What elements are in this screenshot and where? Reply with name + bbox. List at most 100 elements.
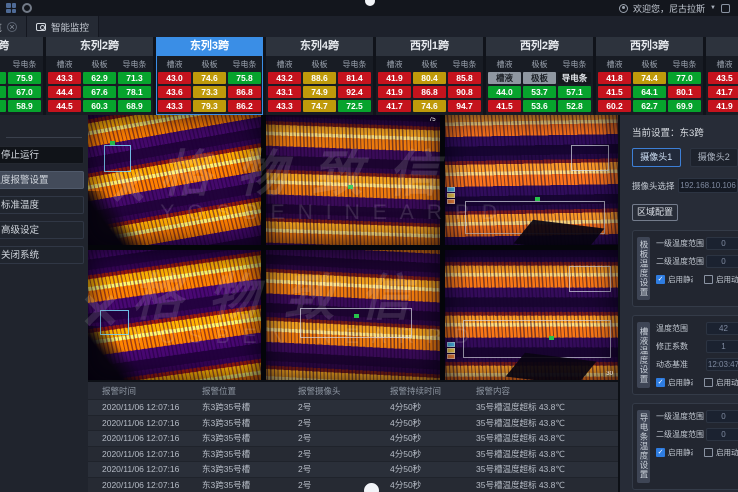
field-input[interactable]: 1	[706, 340, 738, 353]
temperature-cell: 41.8	[598, 72, 631, 84]
span-column-title[interactable]: 东列3跨	[156, 37, 263, 56]
temperature-cell: 62.9	[83, 72, 116, 84]
user-icon	[619, 4, 628, 13]
welcome-text[interactable]: 欢迎您，尼古拉斯	[633, 2, 705, 15]
camera-ip-input[interactable]: 192.168.10.106	[678, 178, 738, 193]
span-column-body: 槽液极板导电条41.874.477.041.564.180.160.262.76…	[596, 56, 703, 113]
span-column[interactable]: 西列2跨槽液极板导电条槽液极板导电条44.053.757.141.553.652…	[486, 37, 593, 115]
span-column[interactable]: 东列1跨槽液极板导电条75.967.058.9	[0, 37, 43, 115]
span-column-title[interactable]: 西列2跨	[486, 37, 593, 56]
span-subheader: 导电条	[8, 59, 41, 70]
thermal-panel-1[interactable]	[88, 115, 261, 245]
field-input[interactable]: 0	[706, 428, 738, 441]
field-input[interactable]: 0	[706, 255, 738, 268]
section-vertical-label: 导电条温度设置	[637, 410, 650, 483]
thermal-panel-3[interactable]	[445, 115, 618, 245]
alarm-row[interactable]: 2020/11/06 12:07:16东3跨35号槽2号4分50秒35号槽温度超…	[88, 399, 618, 415]
temperature-cell: 77.0	[668, 72, 701, 84]
span-subheader: 极板	[523, 59, 556, 70]
static-calibration-checkbox[interactable]: ✓	[656, 275, 665, 284]
span-column-title[interactable]: 东列2跨	[46, 37, 153, 56]
span-column[interactable]: 西列1跨槽液极板导电条41.980.485.841.986.890.841.77…	[376, 37, 483, 115]
alarm-cell: 东3跨35号槽	[192, 479, 284, 491]
thermal-panel-6[interactable]: 30	[445, 250, 618, 380]
temperature-cell: 43.2	[268, 72, 301, 84]
tab-bar: 总览 × 智能监控	[0, 16, 738, 37]
dynamic-calibration-checkbox[interactable]	[704, 378, 713, 387]
marker	[535, 197, 540, 201]
thermal-image	[266, 115, 439, 245]
sidebar: 停止运行温度报警设置标准温度高级设定关闭系统	[0, 115, 88, 492]
camera1-button[interactable]: 摄像头1	[632, 148, 681, 167]
chevron-down-icon[interactable]: ▼	[710, 5, 716, 11]
dynamic-calibration-label: 启用动态校准	[716, 274, 738, 285]
static-calibration-checkbox[interactable]: ✓	[656, 448, 665, 457]
sidebar-button[interactable]: 高级设定	[0, 221, 84, 239]
span-column[interactable]: 东列3跨槽液极板导电条43.074.675.843.673.386.843.37…	[156, 37, 263, 115]
scroll-dot[interactable]	[364, 483, 379, 492]
temperature-cell: 88.6	[303, 72, 336, 84]
sidebar-button[interactable]: 停止运行	[0, 146, 84, 164]
gear-icon[interactable]	[22, 3, 32, 13]
close-icon[interactable]: ×	[7, 22, 17, 32]
span-subheader: 导电条	[668, 59, 701, 70]
alarm-cell: 2号	[284, 432, 376, 444]
alarm-row[interactable]: 2020/11/06 12:07:16东3跨35号槽2号4分50秒35号槽温度超…	[88, 477, 618, 492]
temperature-cell: 67.0	[8, 86, 41, 98]
span-column-title[interactable]: 东列1跨	[0, 37, 43, 56]
field-label: 修正系数	[656, 341, 706, 352]
span-column[interactable]: 西列3跨槽液极板导电条41.874.477.041.564.180.160.26…	[596, 37, 703, 115]
dynamic-calibration-label: 启用动态校准	[716, 377, 738, 388]
alarm-cell: 35号槽温度超标 43.8℃	[462, 448, 618, 460]
setting-row: 温度范围42	[656, 322, 738, 335]
alarm-cell: 4分50秒	[376, 401, 462, 413]
grid-icon[interactable]	[6, 3, 16, 13]
alarm-table: 报警时间报警位置报警摄像头报警持续时间报警内容 2020/11/06 12:07…	[88, 382, 618, 492]
span-subheader: 槽液	[378, 59, 411, 70]
field-input[interactable]: 0	[706, 410, 738, 423]
temperature-cell: 80.1	[668, 86, 701, 98]
sidebar-button[interactable]: 标准温度	[0, 196, 84, 214]
span-column[interactable]: 西列4跨槽液极板导电条43.541.741.9	[706, 37, 738, 115]
alarm-header-cell: 报警持续时间	[376, 385, 462, 397]
temperature-cell: 44.4	[48, 86, 81, 98]
tab-smart-monitoring[interactable]: 智能监控	[27, 16, 99, 37]
camera-select-label: 摄像头选择	[632, 180, 678, 192]
span-subheader-row: 槽液极板导电条	[378, 59, 481, 70]
thermal-panel-2[interactable]: 75	[266, 115, 439, 245]
span-column-title[interactable]: 东列4跨	[266, 37, 373, 56]
static-calibration-checkbox[interactable]: ✓	[656, 378, 665, 387]
region-config-button[interactable]: 区域配置	[632, 204, 678, 221]
tab-overview[interactable]: 总览 ×	[0, 16, 27, 37]
calibration-checks: ✓启用静态校准启用动态校准	[656, 377, 738, 388]
temperature-cell: 43.3	[268, 100, 301, 112]
temperature-cell: 53.6	[523, 100, 556, 112]
span-column-title[interactable]: 西列4跨	[706, 37, 738, 56]
span-value-row: 67.0	[0, 86, 41, 98]
alarm-cell: 2020/11/06 12:07:16	[88, 449, 192, 459]
field-input[interactable]: 12:03:47	[706, 358, 738, 371]
camera2-button[interactable]: 摄像头2	[690, 148, 738, 167]
region-box	[300, 308, 412, 338]
span-subheader-row: 槽液极板导电条	[488, 59, 591, 70]
field-input[interactable]: 42	[706, 322, 738, 335]
span-column[interactable]: 东列4跨槽液极板导电条43.288.681.443.174.992.443.37…	[266, 37, 373, 115]
alarm-cell: 4分50秒	[376, 417, 462, 429]
alarm-row[interactable]: 2020/11/06 12:07:16东3跨35号槽2号4分50秒35号槽温度超…	[88, 461, 618, 477]
span-column[interactable]: 东列2跨槽液极板导电条43.362.971.344.467.678.144.56…	[46, 37, 153, 115]
sidebar-button[interactable]: 温度报警设置	[0, 171, 84, 189]
thermal-panel-5[interactable]	[266, 250, 439, 380]
thermal-panel-4[interactable]	[88, 250, 261, 380]
app-switch-icon[interactable]	[721, 4, 730, 13]
span-subheader: 槽液	[488, 59, 521, 70]
field-input[interactable]: 0	[706, 237, 738, 250]
alarm-row[interactable]: 2020/11/06 12:07:16东3跨35号槽2号4分50秒35号槽温度超…	[88, 446, 618, 462]
dynamic-calibration-checkbox[interactable]	[704, 448, 713, 457]
alarm-row[interactable]: 2020/11/06 12:07:16东3跨35号槽2号4分50秒35号槽温度超…	[88, 415, 618, 431]
temperature-cell: 94.7	[448, 100, 481, 112]
sidebar-button[interactable]: 关闭系统	[0, 246, 84, 264]
dynamic-calibration-checkbox[interactable]	[704, 275, 713, 284]
span-column-title[interactable]: 西列1跨	[376, 37, 483, 56]
span-column-title[interactable]: 西列3跨	[596, 37, 703, 56]
alarm-row[interactable]: 2020/11/06 12:07:16东3跨35号槽2号4分50秒35号槽温度超…	[88, 430, 618, 446]
